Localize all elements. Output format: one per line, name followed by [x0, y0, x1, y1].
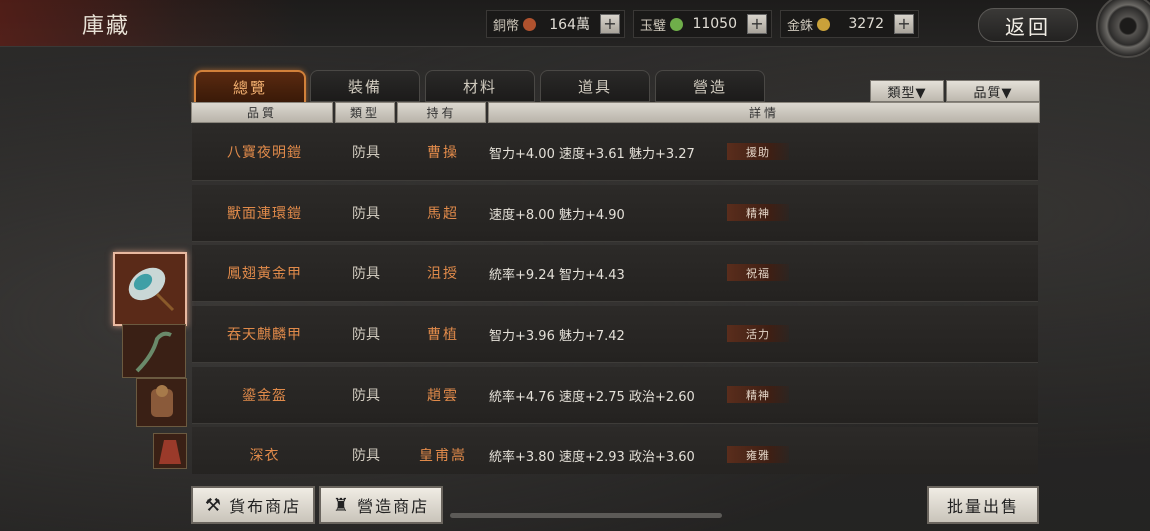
hammer-icon: ⚒ — [204, 494, 224, 516]
list-item[interactable]: 八寶夜明鎧 防具 曹操 智力+4.00 速度+3.61 魅力+3.27 援助 — [192, 124, 1038, 181]
armor-icon — [151, 385, 173, 417]
item-tag: 援助 — [727, 143, 789, 160]
item-name: 獸面連環鎧 — [227, 206, 302, 222]
item-name: 吞天麒麟甲 — [227, 327, 302, 343]
list-item[interactable]: 深衣 防具 皇甫嵩 統率+3.80 速度+2.93 政治+3.60 雍雅 — [192, 427, 1038, 474]
item-stats: 統率+4.76 速度+2.75 政治+2.60 — [489, 389, 695, 405]
item-name: 鎏金盔 — [242, 388, 287, 404]
item-name: 八寶夜明鎧 — [227, 145, 302, 161]
copper-coin-icon — [523, 17, 537, 31]
currency-copper: 銅幣 164萬 + — [486, 10, 625, 38]
page-title: 庫藏 — [82, 14, 131, 39]
staff-thumbnail[interactable] — [122, 324, 186, 378]
bulk-sell-button[interactable]: 批量出售 — [927, 486, 1039, 524]
list-item[interactable]: 獸面連環鎧 防具 馬超 速度+8.00 魅力+4.90 精神 — [192, 185, 1038, 242]
item-tag: 祝福 — [727, 264, 789, 281]
menu-orb-icon[interactable] — [1096, 0, 1150, 58]
staff-icon — [135, 331, 172, 373]
feather-fan-icon — [128, 267, 175, 312]
column-type[interactable]: 類型 — [335, 102, 395, 123]
list-item[interactable]: 吞天麒麟甲 防具 曹植 智力+3.96 魅力+7.42 活力 — [192, 306, 1038, 363]
item-tag: 活力 — [727, 325, 789, 342]
armor-thumbnail[interactable] — [136, 378, 187, 427]
item-type: 防具 — [352, 206, 380, 222]
item-tag: 精神 — [727, 204, 789, 221]
item-stats: 速度+8.00 魅力+4.90 — [489, 207, 625, 223]
item-owner: 馬超 — [427, 206, 459, 222]
robe-icon — [159, 440, 181, 464]
item-tag: 精神 — [727, 386, 789, 403]
item-owner: 沮授 — [427, 266, 459, 282]
add-jade-button[interactable]: + — [747, 14, 767, 34]
tower-icon: ♜ — [332, 494, 352, 516]
jade-coin-icon — [670, 17, 684, 31]
quality-filter-dropdown[interactable]: 品質▼ — [946, 80, 1040, 102]
build-shop-button[interactable]: ♜ 營造商店 — [319, 486, 443, 524]
currency-label: 玉璧 — [640, 18, 667, 34]
column-owner[interactable]: 持有 — [397, 102, 486, 123]
item-owner: 皇甫嵩 — [419, 448, 467, 464]
tab-construction[interactable]: 營造 — [655, 70, 765, 102]
item-owner: 曹操 — [427, 145, 459, 161]
currency-value: 164萬 — [549, 17, 590, 33]
coin-shop-button[interactable]: ⚒ 貨布商店 — [191, 486, 315, 524]
list-item[interactable]: 鳳翅黃金甲 防具 沮授 統率+9.24 智力+4.43 祝福 — [192, 245, 1038, 302]
currency-label: 金銖 — [787, 18, 814, 34]
coin-shop-label: 貨布商店 — [229, 497, 302, 516]
item-name: 鳳翅黃金甲 — [227, 266, 302, 282]
item-stats: 智力+3.96 魅力+7.42 — [489, 328, 625, 344]
item-type: 防具 — [352, 266, 380, 282]
gold-coin-icon — [817, 17, 831, 31]
feather-fan-thumbnail[interactable] — [113, 252, 187, 326]
item-type: 防具 — [352, 448, 380, 464]
add-copper-button[interactable]: + — [600, 14, 620, 34]
item-name: 深衣 — [249, 448, 280, 464]
add-gold-button[interactable]: + — [894, 14, 914, 34]
item-type: 防具 — [352, 388, 380, 404]
tab-equipment[interactable]: 裝備 — [310, 70, 420, 102]
item-list[interactable]: 八寶夜明鎧 防具 曹操 智力+4.00 速度+3.61 魅力+3.27 援助 獸… — [192, 124, 1038, 474]
currency-jade: 玉璧 11050 + — [633, 10, 772, 38]
item-stats: 統率+9.24 智力+4.43 — [489, 267, 625, 283]
column-details: 詳情 — [488, 102, 1040, 123]
item-type: 防具 — [352, 327, 380, 343]
currency-gold: 金銖 3272 + — [780, 10, 919, 38]
back-button[interactable]: 返回 — [978, 8, 1078, 42]
item-type: 防具 — [352, 145, 380, 161]
currency-value: 3272 — [848, 16, 884, 32]
tab-overview[interactable]: 總覽 — [194, 70, 306, 104]
item-stats: 智力+4.00 速度+3.61 魅力+3.27 — [489, 146, 695, 162]
item-stats: 統率+3.80 速度+2.93 政治+3.60 — [489, 449, 695, 465]
tab-materials[interactable]: 材料 — [425, 70, 535, 102]
column-quality[interactable]: 品質 — [191, 102, 333, 123]
currency-value: 11050 — [692, 16, 737, 32]
item-owner: 趙雲 — [427, 388, 459, 404]
currency-label: 銅幣 — [493, 18, 520, 34]
item-tag: 雍雅 — [727, 446, 789, 463]
build-shop-label: 營造商店 — [357, 497, 430, 516]
type-filter-dropdown[interactable]: 類型▼ — [870, 80, 944, 102]
tab-items[interactable]: 道具 — [540, 70, 650, 102]
robe-thumbnail[interactable] — [153, 433, 187, 469]
list-item[interactable]: 鎏金盔 防具 趙雲 統率+4.76 速度+2.75 政治+2.60 精神 — [192, 367, 1038, 424]
scrollbar[interactable] — [450, 513, 722, 518]
title-glow — [0, 0, 300, 46]
item-owner: 曹植 — [427, 327, 459, 343]
top-bar: 庫藏 銅幣 164萬 + 玉璧 11050 + 金銖 3272 + 返回 — [0, 0, 1150, 58]
